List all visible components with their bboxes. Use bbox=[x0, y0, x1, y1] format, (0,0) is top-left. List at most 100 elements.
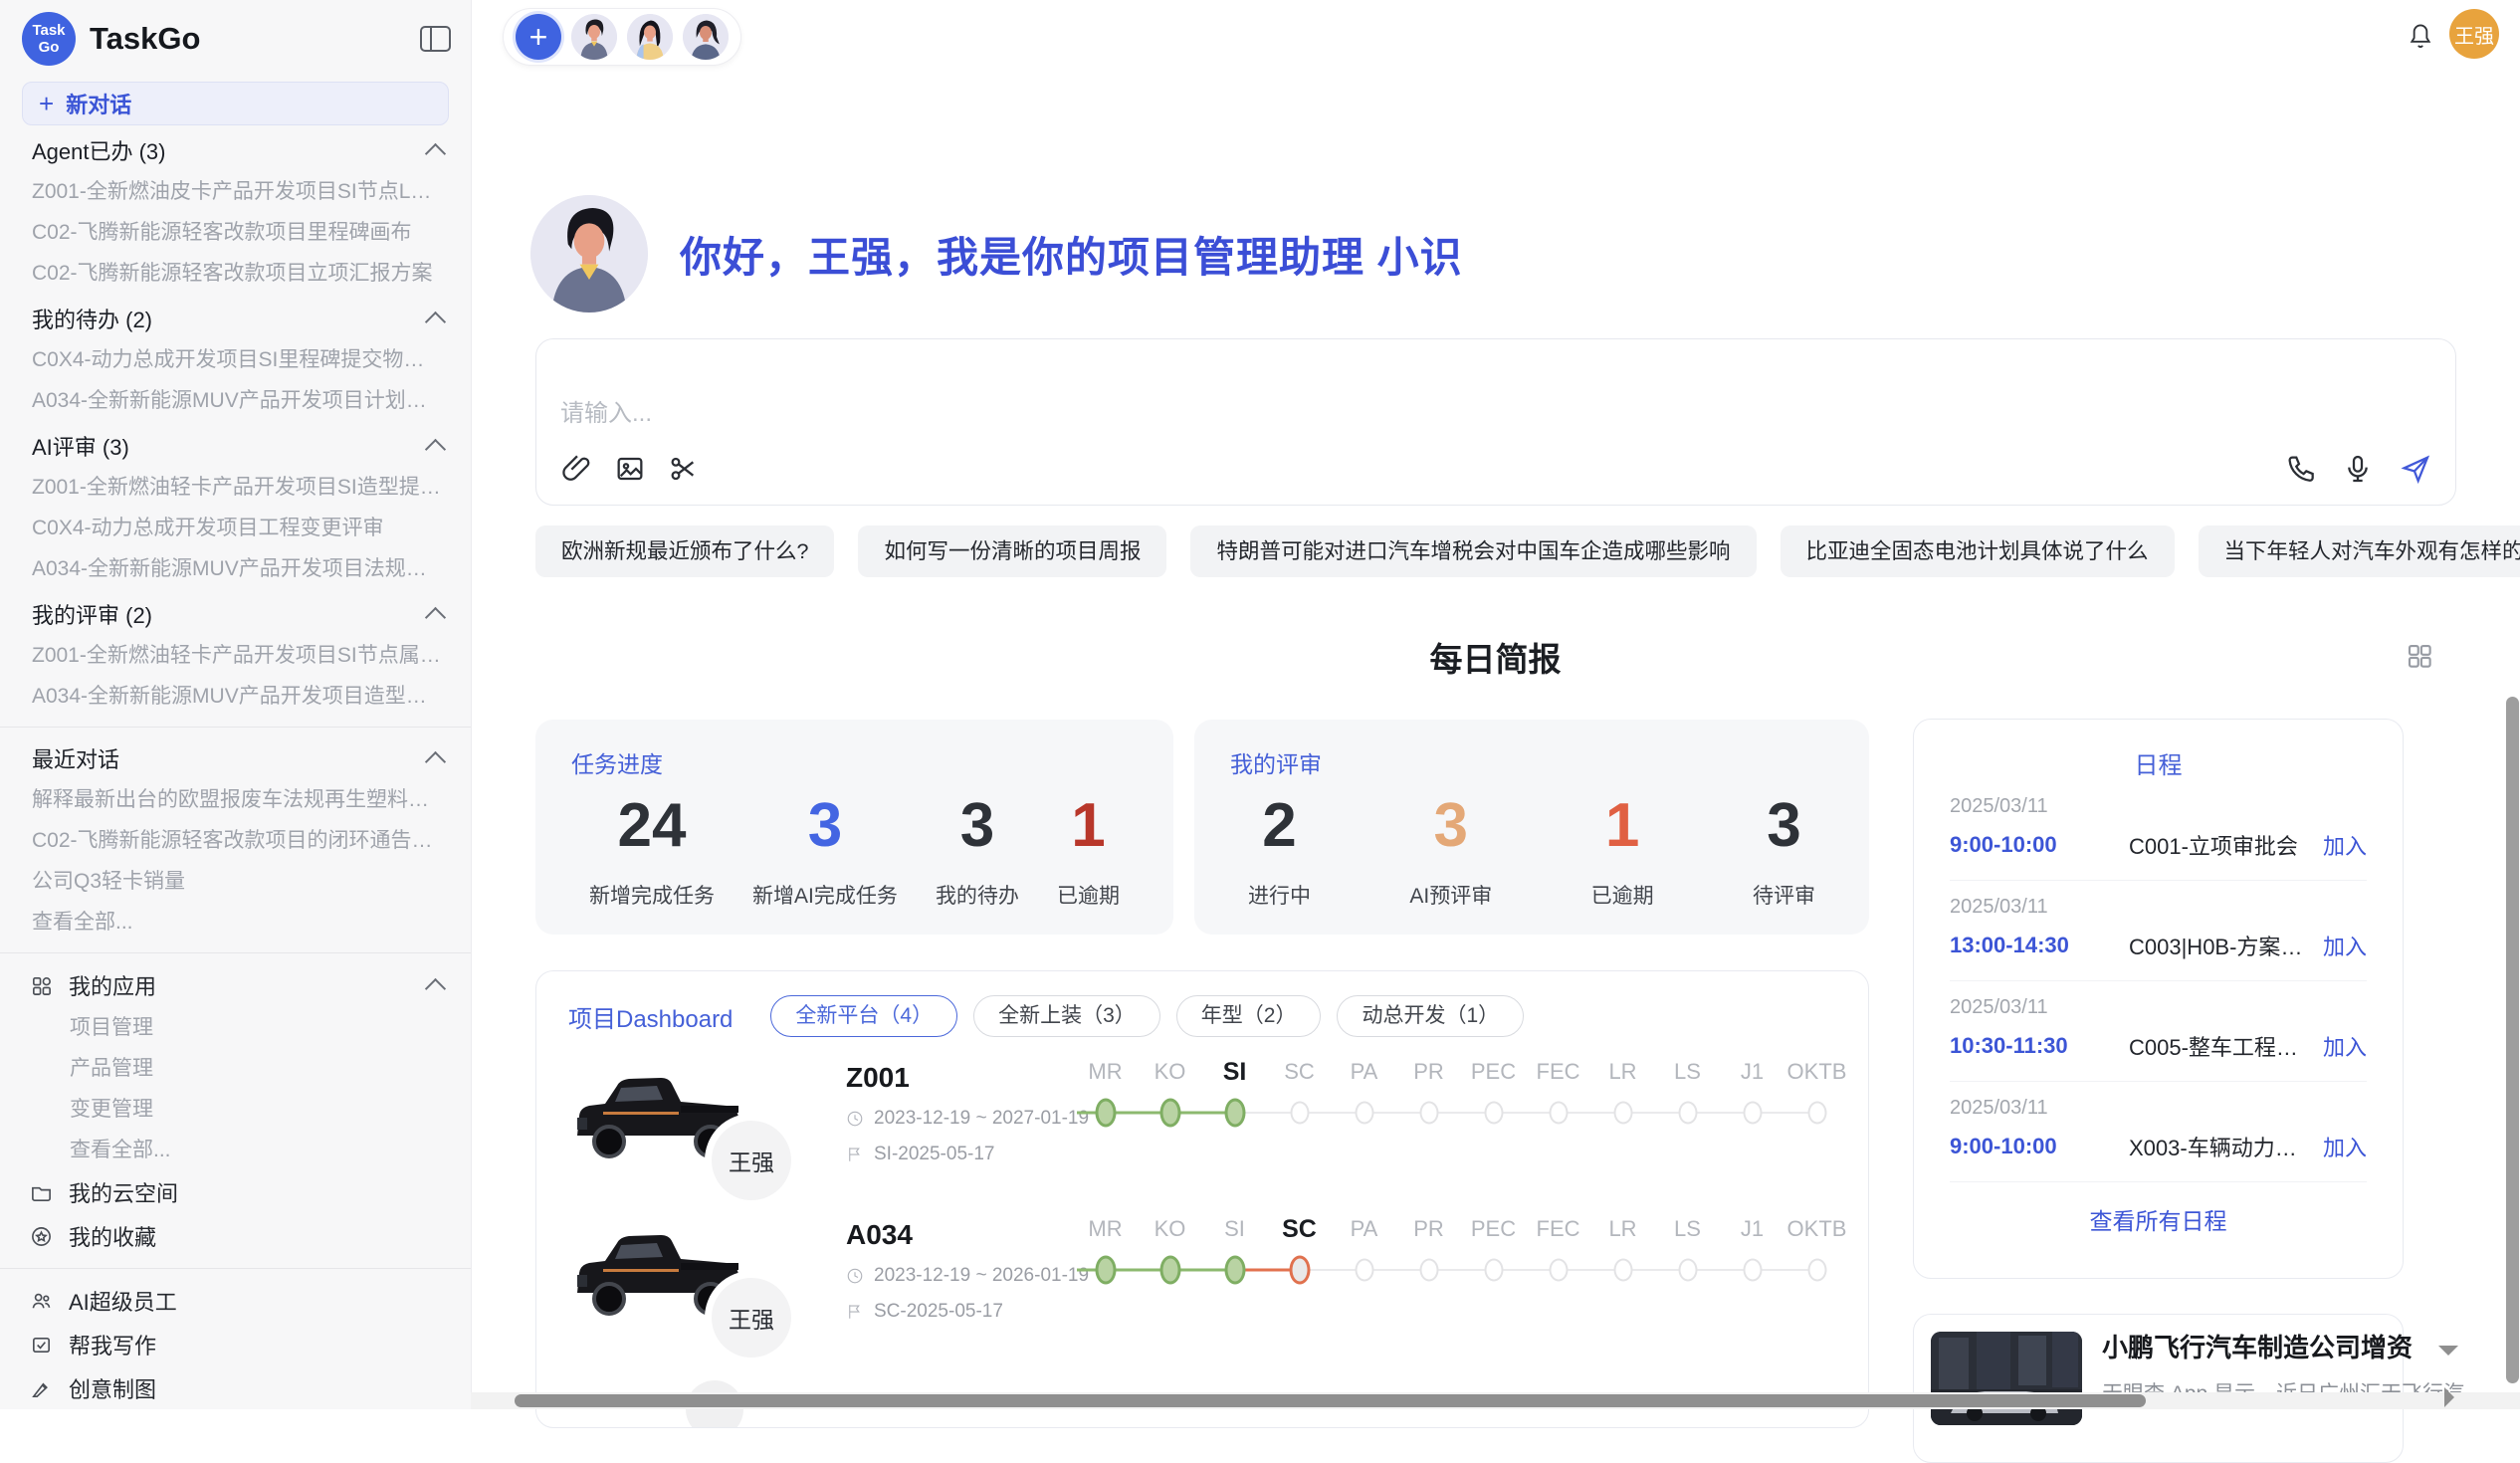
stat: 1 已逾期 bbox=[1057, 793, 1120, 910]
stat-value: 1 bbox=[1591, 793, 1654, 858]
sidebar-app-item[interactable]: 项目管理 bbox=[0, 1007, 471, 1048]
sidebar-conversation-item[interactable]: A034-全新新能源MUV产品开发项目造型可行性评审 bbox=[0, 676, 471, 717]
panel-toggle-icon[interactable] bbox=[420, 26, 451, 52]
sidebar-conversation-item[interactable]: Z001-全新燃油轻卡产品开发项目SI节点属性5D文件评审 bbox=[0, 635, 471, 676]
vertical-scrollbar-thumb[interactable] bbox=[2506, 697, 2519, 1383]
sidebar-conversation-item[interactable]: C02-飞腾新能源轻客改款项目里程碑画布 bbox=[0, 212, 471, 253]
layout-grid-icon[interactable] bbox=[2405, 641, 2434, 671]
schedule-title: C001-立项审批会 bbox=[2129, 829, 2311, 861]
send-icon[interactable] bbox=[2400, 453, 2431, 485]
suggestion-chip[interactable]: 当下年轻人对汽车外观有怎样的喜好趋势 bbox=[2199, 525, 2520, 577]
sidebar-conversation-item[interactable]: C02-飞腾新能源轻客改款项目的闭环通告反馈情况 bbox=[0, 820, 471, 861]
member-avatar[interactable] bbox=[627, 14, 673, 60]
sidebar-app-item[interactable]: 产品管理 bbox=[0, 1048, 471, 1089]
project-name[interactable]: A034 bbox=[846, 1219, 1089, 1251]
stat-label: 新增完成任务 bbox=[589, 880, 715, 910]
sidebar-header: Task Go TaskGo bbox=[0, 0, 471, 72]
sidebar-conversation-item[interactable]: C0X4-动力总成开发项目工程变更评审 bbox=[0, 508, 471, 548]
milestone-j1: J1 bbox=[1720, 1211, 1785, 1293]
greeting-text: 你好，王强，我是你的项目管理助理 小识 bbox=[680, 224, 1463, 285]
suggestion-chip[interactable]: 欧洲新规最近颁布了什么? bbox=[535, 525, 834, 577]
flag-icon bbox=[846, 1146, 864, 1163]
chevron-up-icon bbox=[425, 143, 446, 164]
join-button[interactable]: 加入 bbox=[2323, 930, 2367, 961]
phone-icon[interactable] bbox=[2284, 453, 2316, 485]
chat-input[interactable] bbox=[560, 357, 2431, 447]
sidebar-item-label: 帮我写作 bbox=[69, 1329, 443, 1360]
suggestion-chip[interactable]: 如何写一份清晰的项目周报 bbox=[858, 525, 1166, 577]
dashboard-filter-chip[interactable]: 全新上装（3） bbox=[973, 995, 1160, 1037]
suggestion-chip[interactable]: 特朗普可能对进口汽车增税会对中国车企造成哪些影响 bbox=[1190, 525, 1756, 577]
schedule-title: C005-整车工程目标评审 bbox=[2129, 1030, 2311, 1062]
sidebar-item-favorites[interactable]: 我的收藏 bbox=[0, 1214, 471, 1258]
people-icon bbox=[30, 1290, 53, 1313]
join-button[interactable]: 加入 bbox=[2323, 829, 2367, 861]
dashboard-filter-chip[interactable]: 全新平台（4） bbox=[770, 995, 957, 1037]
section-items: Z001-全新燃油轻卡产品开发项目SI节点属性5D文件评审 A034-全新新能源… bbox=[0, 635, 471, 717]
view-all-schedule-link[interactable]: 查看所有日程 bbox=[1950, 1182, 2367, 1256]
sidebar-conversation-item[interactable]: 公司Q3轻卡销量 bbox=[0, 861, 471, 902]
folder-icon bbox=[30, 1181, 53, 1204]
sidebar-item-creative-drawing[interactable]: 创意制图 bbox=[0, 1366, 471, 1409]
project-image[interactable]: 王强 bbox=[563, 1211, 752, 1333]
sidebar-conversation-item[interactable]: C0X4-动力总成开发项目SI里程碑提交物检查 bbox=[0, 339, 471, 380]
user-avatar[interactable]: 王强 bbox=[2449, 9, 2499, 59]
sidebar-section-recent[interactable]: 最近对话 bbox=[0, 737, 471, 779]
sidebar-item-ai-super-staff[interactable]: AI超级员工 bbox=[0, 1279, 471, 1323]
project-image[interactable]: 王强 bbox=[563, 1054, 752, 1175]
stat: 24 新增完成任务 bbox=[589, 793, 715, 910]
sidebar-section-agent-done[interactable]: Agent已办 (3) bbox=[0, 129, 471, 171]
milestone-ko: KO bbox=[1138, 1211, 1202, 1293]
sidebar-conversation-item[interactable]: Z001-全新燃油轻卡产品开发项目SI造型提交物评审 bbox=[0, 467, 471, 508]
scroll-right-arrow-icon[interactable] bbox=[2444, 1387, 2464, 1407]
attach-file-icon[interactable] bbox=[560, 453, 592, 485]
sidebar-conversation-item[interactable]: Z001-全新燃油皮卡产品开发项目SI节点Lesson Learn报告 bbox=[0, 171, 471, 212]
sidebar-app-item[interactable]: 查看全部... bbox=[0, 1130, 471, 1170]
clock-icon bbox=[846, 1110, 864, 1128]
sidebar-conversation-item[interactable]: A034-全新新能源MUV产品开发项目法规符合性评审 bbox=[0, 548, 471, 589]
member-avatar[interactable] bbox=[571, 14, 617, 60]
notification-bell-icon[interactable] bbox=[2407, 22, 2434, 52]
microphone-icon[interactable] bbox=[2342, 453, 2374, 485]
sidebar-item-my-apps[interactable]: 我的应用 bbox=[0, 963, 471, 1007]
scissors-icon[interactable] bbox=[668, 453, 700, 485]
milestone-pec: PEC bbox=[1461, 1211, 1526, 1293]
app-items: 项目管理 产品管理 变更管理 查看全部... bbox=[0, 1007, 471, 1170]
scroll-down-arrow-icon[interactable] bbox=[2438, 1346, 2458, 1365]
pen-icon bbox=[30, 1377, 53, 1400]
sidebar-conversation-item[interactable]: A034-全新新能源MUV产品开发项目计划变更表编写 bbox=[0, 380, 471, 421]
project-dates: 2023-12-19 ~ 2026-01-19 bbox=[874, 1265, 1089, 1287]
sidebar: Task Go TaskGo + 新对话 Agent已办 (3) Z001-全新… bbox=[0, 0, 472, 1409]
milestone-ls: LS bbox=[1655, 1211, 1720, 1293]
sidebar-conversation-item[interactable]: 解释最新出台的欧盟报废车法规再生塑料比例被调至15%... bbox=[0, 779, 471, 820]
dashboard-filter-chip[interactable]: 动总开发（1） bbox=[1337, 995, 1524, 1037]
image-icon[interactable] bbox=[614, 453, 646, 485]
new-chat-button[interactable]: + 新对话 bbox=[22, 82, 449, 125]
horizontal-scrollbar-thumb[interactable] bbox=[515, 1394, 2146, 1407]
section-items: 解释最新出台的欧盟报废车法规再生塑料比例被调至15%... C02-飞腾新能源轻… bbox=[0, 779, 471, 942]
horizontal-scrollbar[interactable] bbox=[471, 1392, 2520, 1409]
dashboard-filter-chip[interactable]: 年型（2） bbox=[1176, 995, 1322, 1037]
sidebar-item-cloud-space[interactable]: 我的云空间 bbox=[0, 1170, 471, 1214]
sidebar-item-help-me-write[interactable]: 帮我写作 bbox=[0, 1323, 471, 1366]
sidebar-section-my-review[interactable]: 我的评审 (2) bbox=[0, 593, 471, 635]
join-button[interactable]: 加入 bbox=[2323, 1030, 2367, 1062]
sidebar-conversation-item[interactable]: C02-飞腾新能源轻客改款项目立项汇报方案 bbox=[0, 253, 471, 294]
add-member-button[interactable]: + bbox=[516, 14, 561, 60]
grid-icon bbox=[30, 974, 53, 997]
sidebar-section-my-todo[interactable]: 我的待办 (2) bbox=[0, 298, 471, 339]
member-avatar[interactable] bbox=[683, 14, 729, 60]
schedule-time: 10:30-11:30 bbox=[1950, 1033, 2129, 1059]
milestone-sc: SC bbox=[1267, 1211, 1332, 1293]
sidebar-item-label: 创意制图 bbox=[69, 1372, 443, 1404]
section-title: Agent已办 (3) bbox=[32, 134, 166, 166]
join-button[interactable]: 加入 bbox=[2323, 1131, 2367, 1162]
logo-text: Go bbox=[39, 39, 60, 56]
sidebar-conversation-item[interactable]: 查看全部... bbox=[0, 902, 471, 942]
schedule-item: 2025/03/11 10:30-11:30 C005-整车工程目标评审 加入 bbox=[1950, 981, 2367, 1082]
suggestion-chip[interactable]: 比亚迪全固态电池计划具体说了什么 bbox=[1781, 525, 2175, 577]
sidebar-app-item[interactable]: 变更管理 bbox=[0, 1089, 471, 1130]
sidebar-section-ai-review[interactable]: AI评审 (3) bbox=[0, 425, 471, 467]
news-card[interactable]: 小鹏飞行汽车制造公司增资 天眼查 App 显示，近日广州汇天飞行汽... bbox=[1913, 1314, 2404, 1463]
project-name[interactable]: Z001 bbox=[846, 1062, 1089, 1094]
